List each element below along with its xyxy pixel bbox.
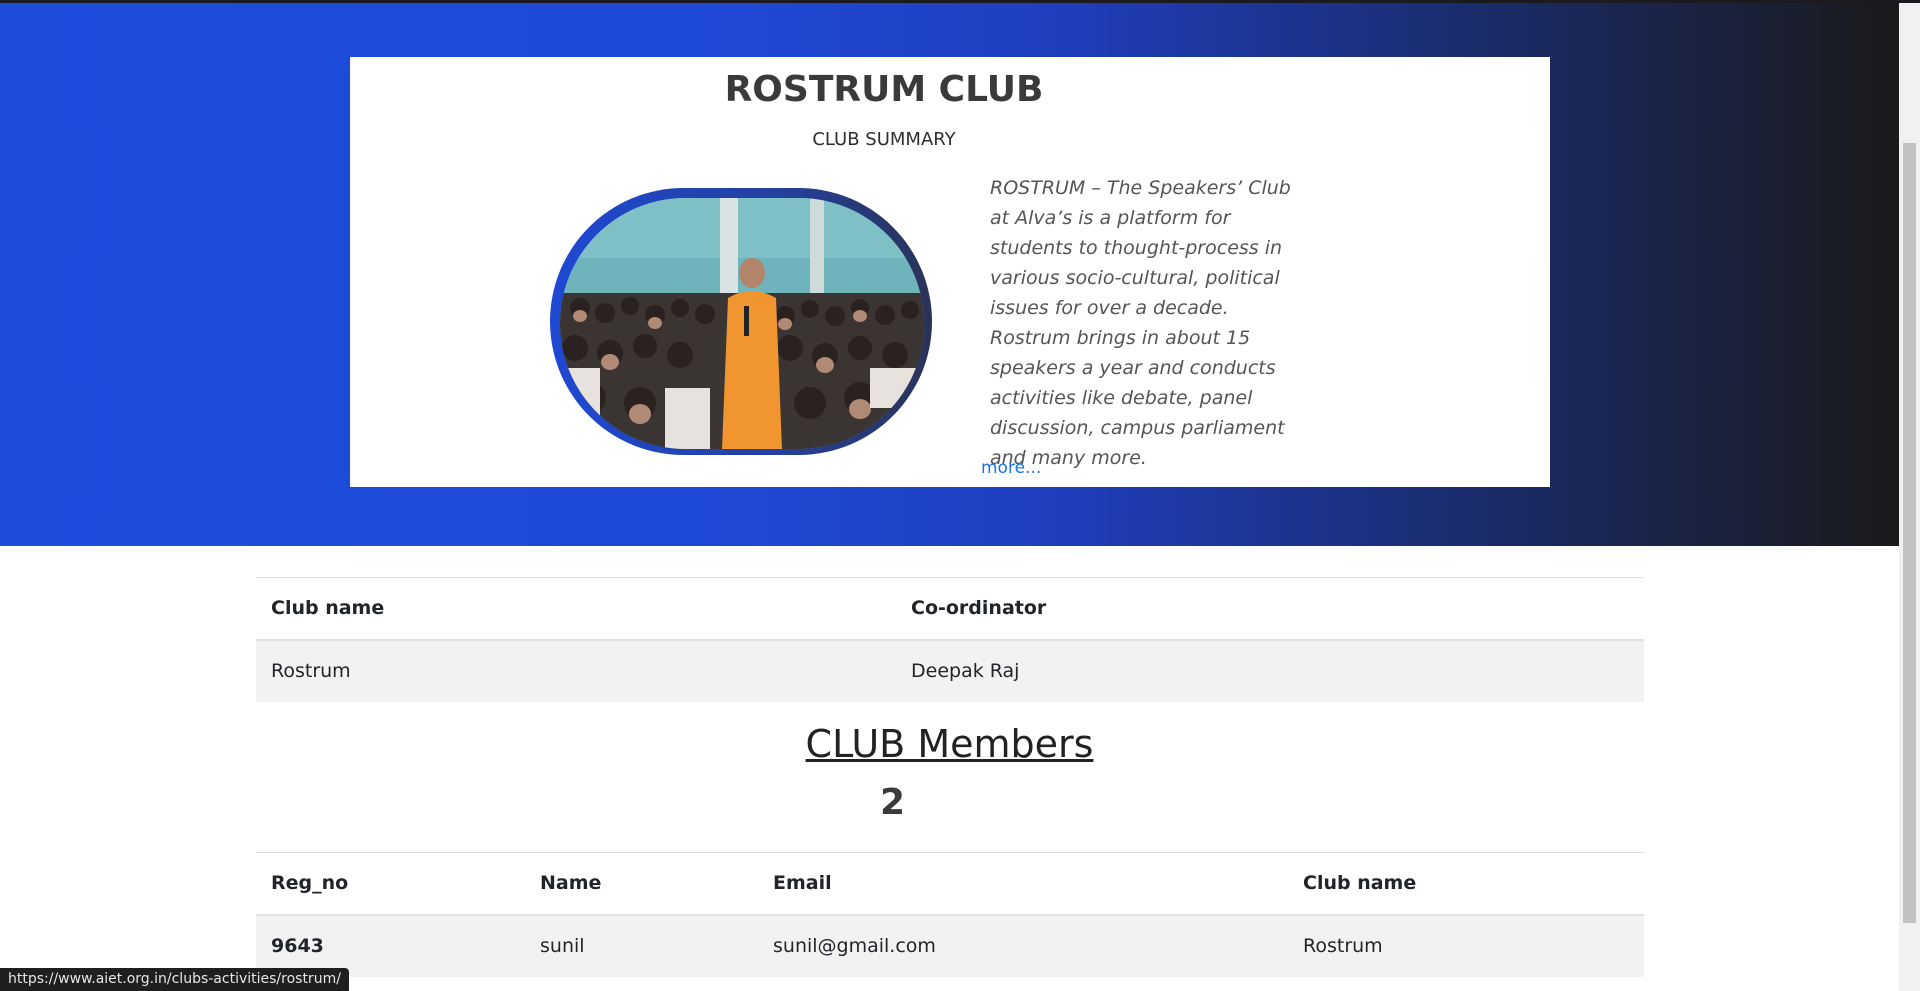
scrollbar-thumb[interactable] <box>1903 143 1916 923</box>
cell-coordinator: Deepak Raj <box>911 660 1020 682</box>
members-heading: CLUB Members <box>805 722 1094 766</box>
club-title: ROSTRUM CLUB <box>724 69 1044 110</box>
header-email: Email <box>773 872 832 894</box>
cell-club-name: Rostrum <box>271 660 351 682</box>
hero-banner: ROSTRUM CLUB CLUB SUMMARY ROSTRUM – The … <box>0 3 1899 546</box>
club-summary-heading: CLUB SUMMARY <box>812 129 956 150</box>
cell-name: sunil <box>540 935 585 957</box>
table-row: 9643 sunil sunil@gmail.com Rostrum <box>256 914 1644 977</box>
club-summary-card: ROSTRUM CLUB CLUB SUMMARY ROSTRUM – The … <box>350 57 1550 487</box>
cell-club-name: Rostrum <box>1303 935 1383 957</box>
club-info-table: Club name Co-ordinator Rostrum Deepak Ra… <box>256 577 1644 702</box>
header-club-name: Club name <box>1303 872 1417 894</box>
cell-email: sunil@gmail.com <box>773 935 936 957</box>
header-coordinator: Co-ordinator <box>911 597 1047 619</box>
members-table: Reg_no Name Email Club name 9643 sunil s… <box>256 852 1644 977</box>
link-status-bar: https://www.aiet.org.in/clubs-activities… <box>0 968 349 991</box>
header-name: Name <box>540 872 602 894</box>
table-row: Rostrum Deepak Raj <box>256 639 1644 702</box>
club-photo-frame <box>550 188 932 455</box>
club-photo <box>560 198 924 449</box>
header-club-name: Club name <box>271 597 385 619</box>
more-link[interactable]: more... <box>981 458 1041 478</box>
header-reg-no: Reg_no <box>271 872 349 894</box>
club-description: ROSTRUM – The Speakers’ Club at Alva’s i… <box>990 177 1291 469</box>
page-scrollbar[interactable] <box>1899 3 1920 991</box>
members-count: 2 <box>880 782 906 823</box>
table-header-row: Reg_no Name Email Club name <box>256 852 1644 914</box>
table-header-row: Club name Co-ordinator <box>256 577 1644 639</box>
club-photo-image <box>560 198 924 449</box>
